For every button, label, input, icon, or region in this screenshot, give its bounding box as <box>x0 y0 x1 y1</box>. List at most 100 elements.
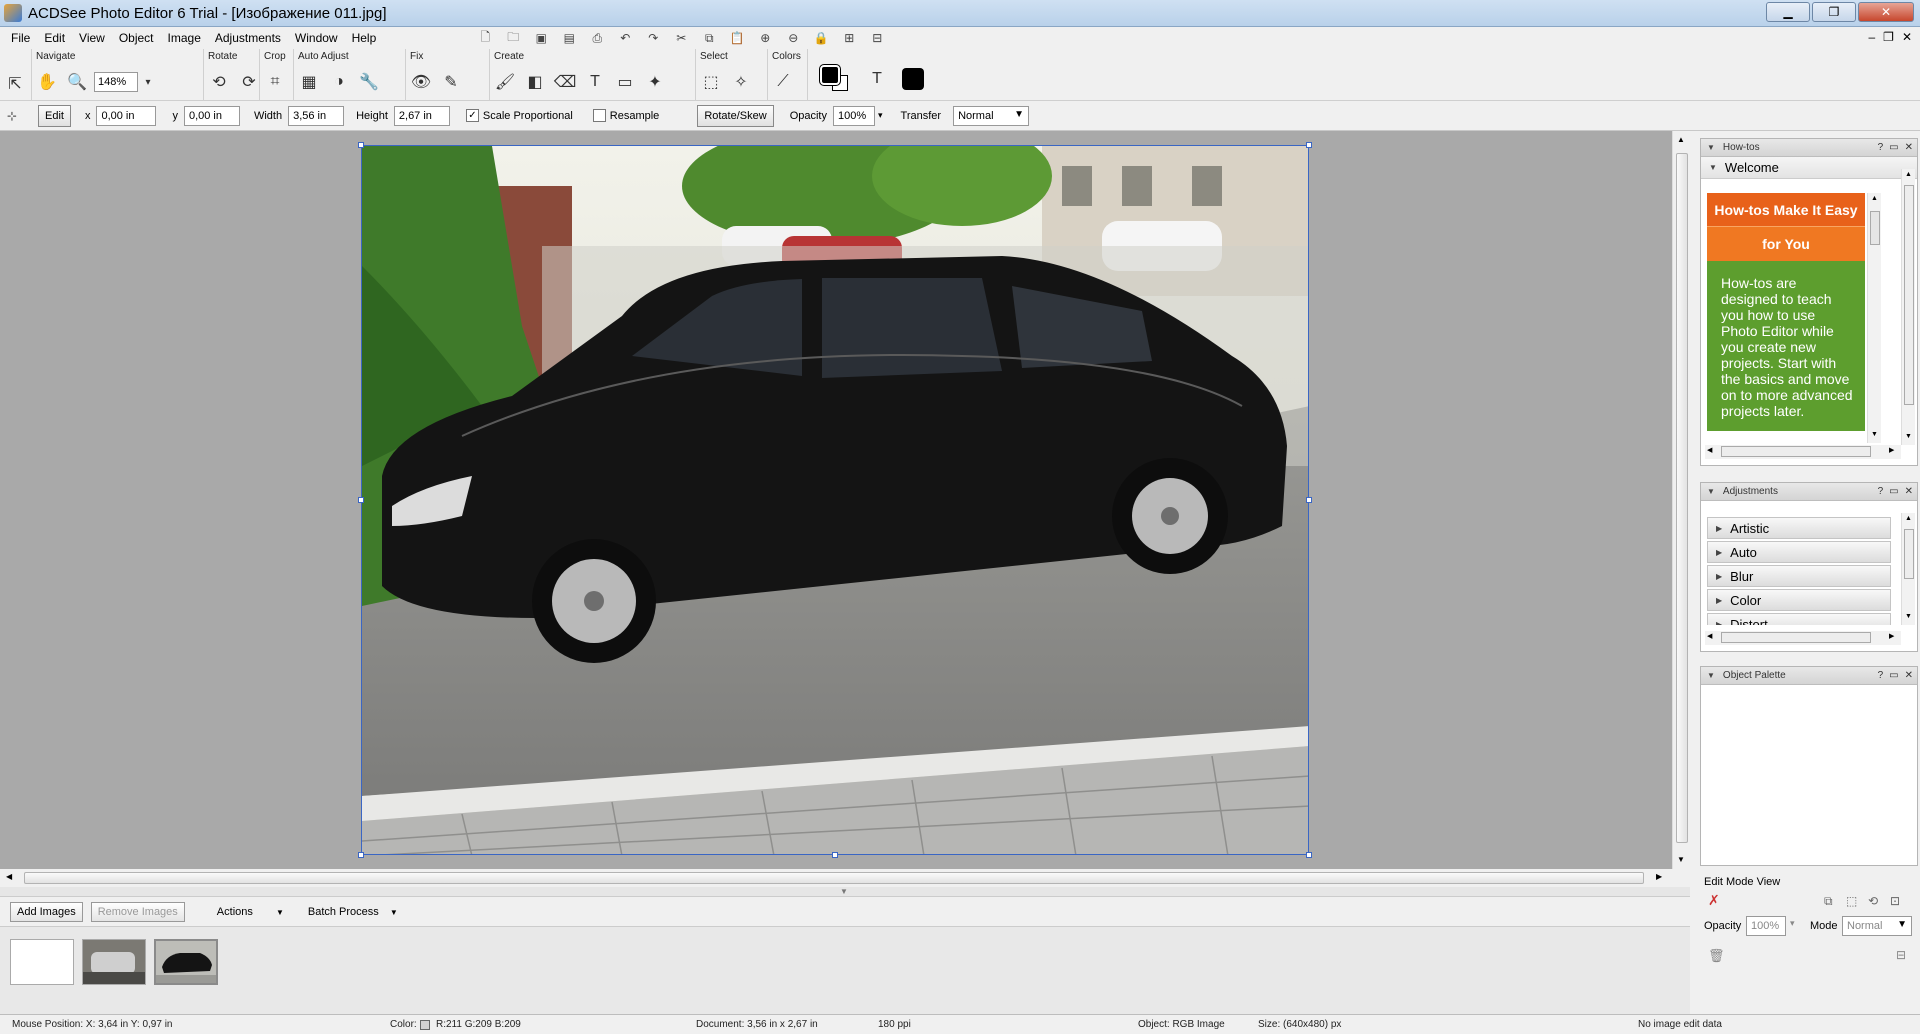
menu-adjustments[interactable]: Adjustments <box>208 31 288 45</box>
splitter-arrow-icon[interactable]: ▼ <box>840 887 848 896</box>
scroll-right-icon[interactable]: ▶ <box>1656 872 1662 881</box>
edit-opacity-field[interactable]: 100% <box>1746 916 1786 936</box>
resize-handle-middle-left[interactable] <box>358 497 364 503</box>
menu-file[interactable]: File <box>4 31 37 45</box>
group-icon[interactable]: ⊞ <box>837 29 861 47</box>
layer-mode-icon-1[interactable]: ⧉ <box>1824 894 1833 909</box>
close-button[interactable]: ✕ <box>1858 2 1914 22</box>
maximize-button[interactable]: ❐ <box>1812 2 1856 22</box>
horizontal-scroll-thumb[interactable] <box>24 872 1644 884</box>
resize-handle-bottom-right[interactable] <box>1306 852 1312 858</box>
howtos-panel-vscroll[interactable]: ▲ ▼ <box>1901 169 1915 445</box>
basket-splitter[interactable]: ▼ <box>0 887 1690 896</box>
layer-mode-icon-3[interactable]: ⟲ <box>1868 894 1878 908</box>
mdi-restore-button[interactable]: ❐ <box>1883 30 1894 44</box>
x-position-field[interactable]: 0,00 in <box>96 105 157 126</box>
eraser-icon[interactable]: ⌫ <box>552 69 578 95</box>
text-color-icon[interactable]: T <box>864 66 890 92</box>
adjustment-artistic[interactable]: ▶ Artistic <box>1707 517 1891 539</box>
crop-icon[interactable]: ⌗ <box>262 69 288 95</box>
edit-button[interactable]: Edit <box>38 104 71 127</box>
actions-dropdown[interactable]: Actions ▼ <box>217 906 284 918</box>
edit-opacity-dropdown-icon[interactable]: ▾ <box>1790 918 1795 929</box>
object-palette-close-icon[interactable]: ✕ <box>1905 670 1913 681</box>
hand-tool-icon[interactable]: ✋ <box>34 69 60 95</box>
y-position-field[interactable]: 0,00 in <box>183 105 240 126</box>
shape-custom-icon[interactable]: ✦ <box>642 69 668 95</box>
panel-scroll-up-icon[interactable]: ▲ <box>1905 171 1912 178</box>
text-fill-swatch-icon[interactable] <box>902 68 924 90</box>
paste-icon[interactable]: 📋 <box>725 29 749 47</box>
add-images-button[interactable]: Add Images <box>10 901 83 922</box>
resize-handle-bottom-center[interactable] <box>832 852 838 858</box>
scroll-left-icon[interactable]: ◀ <box>6 872 12 881</box>
zoom-in-icon[interactable]: ⊕ <box>753 29 777 47</box>
howto-scroll-up-icon[interactable]: ▲ <box>1871 195 1878 202</box>
width-field[interactable]: 3,56 in <box>288 105 345 126</box>
adj-scroll-up-icon[interactable]: ▲ <box>1905 515 1912 522</box>
scale-proportional-checkbox[interactable]: ✓ <box>465 109 479 122</box>
adjustments-collapse-icon[interactable]: ▼ <box>1707 487 1715 496</box>
image-canvas[interactable] <box>361 145 1309 855</box>
hscroll-right-icon[interactable]: ▶ <box>1889 446 1894 454</box>
menu-edit[interactable]: Edit <box>37 31 72 45</box>
opacity-field[interactable]: 100% <box>832 105 875 126</box>
menu-object[interactable]: Object <box>112 31 161 45</box>
howtos-panel-hscroll[interactable]: ◀ ▶ <box>1705 445 1901 459</box>
scroll-down-icon[interactable]: ▼ <box>1677 855 1685 864</box>
redo-icon[interactable]: ↷ <box>641 29 665 47</box>
adjustment-distort[interactable]: ▶ Distort <box>1707 613 1891 625</box>
trash-icon[interactable]: 🗑 <box>1708 948 1725 964</box>
new-document-icon[interactable]: 🗋 <box>473 29 497 47</box>
save-icon[interactable]: ▣ <box>529 29 553 47</box>
rotate-left-icon[interactable]: ⟲ <box>206 69 232 95</box>
transfer-select[interactable]: Normal ▼ <box>953 105 1030 126</box>
howto-scroll-thumb[interactable] <box>1870 211 1880 245</box>
adjustments-help-icon[interactable]: ? <box>1878 486 1884 497</box>
object-palette-help-icon[interactable]: ? <box>1878 670 1884 681</box>
batch-process-dropdown[interactable]: Batch Process ▼ <box>308 906 398 918</box>
adjustments-close-icon[interactable]: ✕ <box>1905 486 1913 497</box>
welcome-section[interactable]: ▼ Welcome <box>1701 157 1917 179</box>
mdi-close-button[interactable]: ✕ <box>1902 30 1912 44</box>
hscroll-left-icon[interactable]: ◀ <box>1707 446 1712 454</box>
rotate-skew-button[interactable]: Rotate/Skew <box>697 104 774 127</box>
adjustments-hscroll[interactable]: ◀ ▶ <box>1705 631 1901 645</box>
adjustment-auto[interactable]: ▶ Auto <box>1707 541 1891 563</box>
panel-scroll-down-icon[interactable]: ▼ <box>1905 433 1912 440</box>
howto-scroll-down-icon[interactable]: ▼ <box>1871 431 1878 438</box>
height-field[interactable]: 2,67 in <box>393 105 450 126</box>
howto-content-vscroll[interactable]: ▲ ▼ <box>1867 193 1881 443</box>
vertical-scroll-thumb[interactable] <box>1676 153 1688 843</box>
edit-properties-icon[interactable]: ⊟ <box>1896 948 1906 962</box>
adj-hscroll-right-icon[interactable]: ▶ <box>1889 632 1894 640</box>
magic-wand-icon[interactable]: ✧ <box>728 69 754 95</box>
zoom-tool-icon[interactable]: 🔍 <box>64 69 90 95</box>
save-as-icon[interactable]: ▤ <box>557 29 581 47</box>
print-icon[interactable]: ⎙ <box>585 29 609 47</box>
object-palette-collapse-icon[interactable]: ▼ <box>1707 671 1715 680</box>
brush-icon[interactable]: 🖌 <box>492 69 518 95</box>
remove-edits-icon[interactable]: ✗ <box>1708 892 1720 909</box>
rotate-right-icon[interactable]: ⟳ <box>236 69 262 95</box>
panel-close-icon[interactable]: ✕ <box>1905 142 1913 153</box>
resize-handle-top-right[interactable] <box>1306 142 1312 148</box>
adjustment-blur[interactable]: ▶ Blur <box>1707 565 1891 587</box>
undo-icon[interactable]: ↶ <box>613 29 637 47</box>
color-swatch-icon[interactable] <box>818 63 852 95</box>
exposure-icon[interactable]: ◑ <box>326 69 352 95</box>
edit-mode-select[interactable]: Normal ▼ <box>1842 916 1912 936</box>
adj-hscroll-left-icon[interactable]: ◀ <box>1707 632 1712 640</box>
adjustment-color[interactable]: ▶ Color <box>1707 589 1891 611</box>
collapse-icon[interactable]: ▼ <box>1707 143 1715 152</box>
remove-images-button[interactable]: Remove Images <box>90 901 185 922</box>
auto-levels-icon[interactable]: ▦ <box>296 69 322 95</box>
menu-view[interactable]: View <box>72 31 112 45</box>
canvas-vertical-scrollbar[interactable]: ▲ ▼ <box>1672 131 1690 869</box>
menu-image[interactable]: Image <box>161 31 208 45</box>
canvas-horizontal-scrollbar[interactable]: ◀ ▶ <box>0 869 1690 887</box>
canvas-area[interactable]: ▲ ▼ ◀ ▶ <box>0 131 1690 887</box>
text-tool-icon[interactable]: T <box>582 69 608 95</box>
fill-icon[interactable]: ◧ <box>522 69 548 95</box>
resize-handle-bottom-left[interactable] <box>358 852 364 858</box>
